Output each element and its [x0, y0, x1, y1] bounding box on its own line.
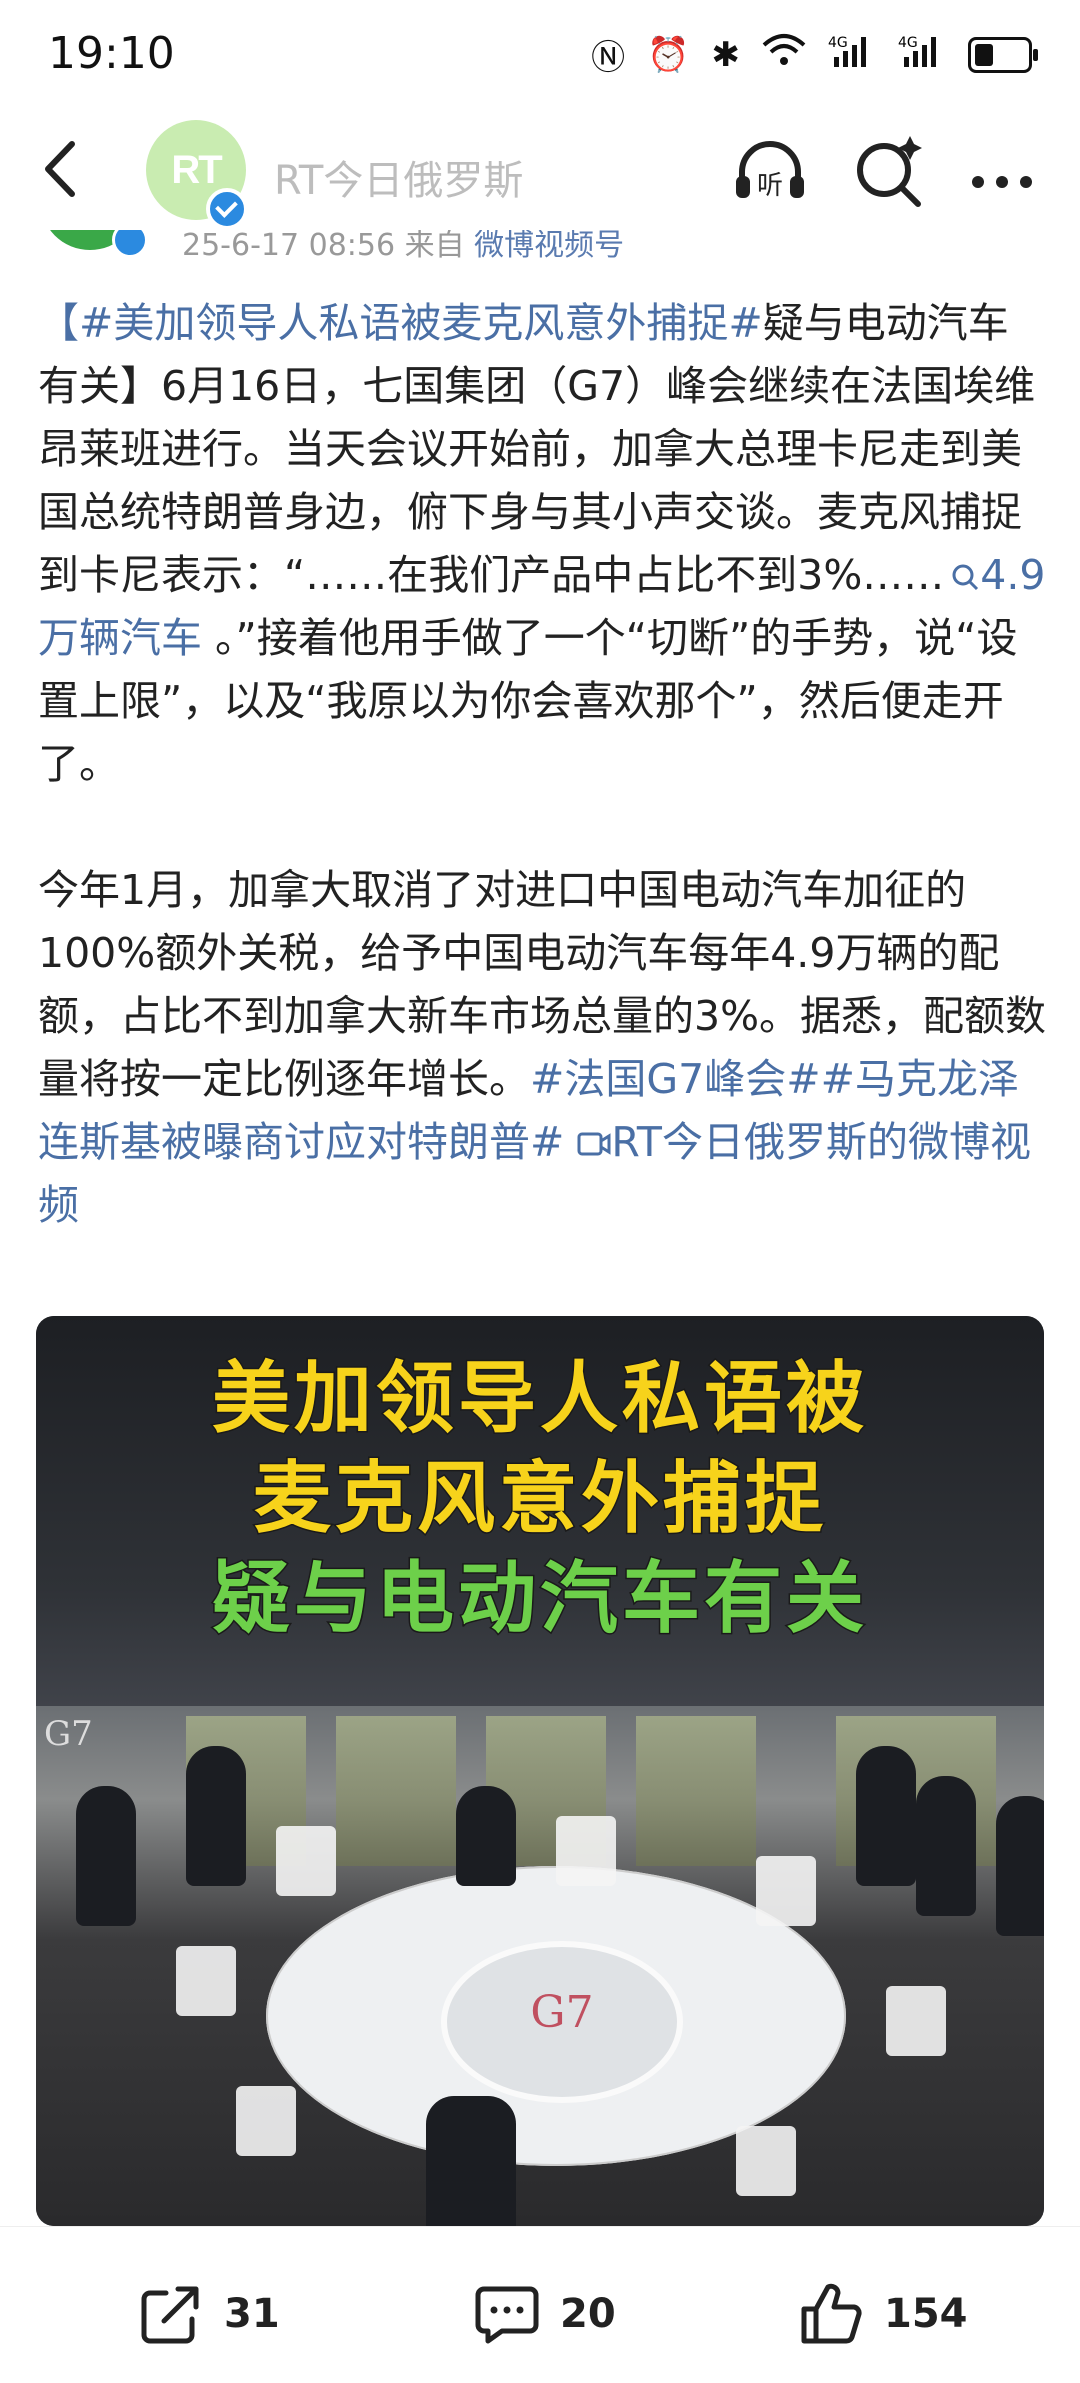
search-icon[interactable] [848, 132, 928, 212]
avatar-text: RT [171, 148, 222, 192]
chair [276, 1826, 336, 1896]
video-caption-line: 疑与电动汽车有关 [210, 1553, 868, 1646]
back-icon[interactable] [30, 134, 100, 204]
signal-4g-icon: 4G [898, 33, 946, 76]
battery-icon [968, 36, 1038, 73]
post-source-prefix: 来自 [404, 228, 465, 260]
chair [756, 1856, 816, 1926]
svg-text:4G: 4G [898, 35, 918, 51]
like-count: 154 [884, 2291, 968, 2337]
svg-text:4G: 4G [828, 35, 848, 51]
comment-button[interactable]: 20 [472, 2279, 616, 2349]
search-link-icon [952, 564, 979, 591]
status-icons: Ⓝ ⏰ ✱ 4G 4G [591, 30, 1038, 79]
chair [176, 1946, 236, 2016]
hashtag-link[interactable]: 【#美加领导人私语被麦克风意外捕捉# [38, 299, 763, 347]
post-body: 【#美加领导人私语被麦克风意外捕捉#疑与电动汽车有关】6月16日，七国集团（G7… [38, 292, 1048, 1237]
video-caption-banner: 美加领导人私语被 麦克风意外捕捉 疑与电动汽车有关 [36, 1316, 1044, 1706]
person [856, 1746, 916, 1886]
like-button[interactable]: 154 [796, 2279, 968, 2349]
video-player[interactable]: 美加领导人私语被 麦克风意外捕捉 疑与电动汽车有关 G7 G7 [36, 1316, 1044, 2226]
chair [736, 2126, 796, 2196]
more-icon[interactable] [962, 132, 1042, 212]
share-count: 31 [224, 2291, 280, 2337]
svg-text:听: 听 [757, 171, 783, 201]
wifi-icon [762, 33, 806, 76]
chair [886, 1986, 946, 2056]
listen-icon[interactable]: 听 [730, 132, 810, 212]
status-bar: 19:10 Ⓝ ⏰ ✱ 4G 4G [0, 0, 1080, 110]
person [76, 1786, 136, 1926]
bluetooth-icon: ✱ [711, 34, 741, 75]
g7-logo: G7 [44, 1714, 93, 1754]
comment-count: 20 [560, 2291, 616, 2337]
person [456, 1786, 516, 1886]
person [426, 2096, 516, 2226]
verified-badge-icon [206, 188, 248, 230]
account-name[interactable]: RT今日俄罗斯 [274, 148, 523, 206]
comment-icon [475, 2286, 539, 2344]
window [636, 1716, 756, 1866]
action-bar: 31 20 154 [0, 2226, 1080, 2383]
video-caption-line: 麦克风意外捕捉 [251, 1453, 827, 1546]
nfc-icon: Ⓝ [591, 38, 626, 78]
person [186, 1746, 246, 1886]
post-paragraph-2: 今年1月，加拿大取消了对进口中国电动汽车加征的100%额外关税，给予中国电动汽车… [38, 859, 1048, 1237]
signal-4g-icon: 4G [828, 33, 876, 76]
post-source[interactable]: 微博视频号 [474, 228, 624, 260]
video-icon [577, 1132, 611, 1156]
chair [236, 2086, 296, 2156]
status-time: 19:10 [48, 28, 175, 79]
share-icon [141, 2286, 199, 2344]
post-paragraph-1: 【#美加领导人私语被麦克风意外捕捉#疑与电动汽车有关】6月16日，七国集团（G7… [38, 292, 1048, 796]
window [336, 1716, 456, 1866]
video-frame: G7 G7 [36, 1706, 1044, 2226]
share-button[interactable]: 31 [136, 2279, 280, 2349]
app-header: RT RT今日俄罗斯 听 [0, 110, 1080, 230]
video-caption-line: 美加领导人私语被 [210, 1353, 868, 1446]
chair [556, 1816, 616, 1886]
post-date: 25-6-17 08:56 [182, 228, 396, 260]
alarm-icon: ⏰ [647, 34, 690, 75]
person [916, 1776, 976, 1916]
table-center: G7 [441, 1941, 683, 2103]
person [996, 1796, 1044, 1936]
table-logo: G7 [530, 1987, 594, 2038]
thumbs-up-icon [801, 2283, 862, 2344]
